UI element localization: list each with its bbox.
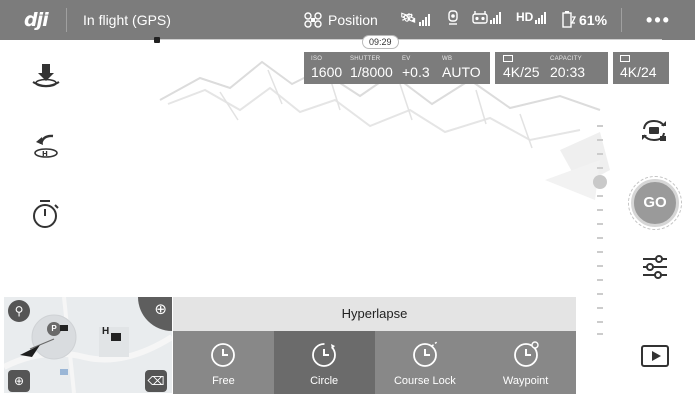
go-button[interactable]: GO [631, 179, 679, 227]
flight-mode-label: Position [328, 12, 378, 28]
shutter-value: 1/8000 [350, 64, 393, 80]
aircraft-marker: P [47, 322, 61, 336]
dji-logo[interactable]: dji [24, 9, 49, 31]
mode-free-label: Free [212, 375, 235, 387]
location-pin-icon: ⚲ [14, 304, 24, 318]
aircraft-status[interactable]: In flight (GPS) [83, 12, 171, 28]
battery-status[interactable]: 61% [562, 11, 607, 28]
hd-label: HD [516, 10, 534, 24]
iso-label: ISO [311, 56, 323, 62]
iso-value: 1600 [311, 64, 343, 80]
more-menu-button[interactable]: ••• [622, 3, 695, 37]
home-point-icon [111, 333, 121, 341]
flight-mode[interactable]: Position [304, 12, 378, 28]
locate-button[interactable]: ⚲ [8, 300, 30, 322]
vision-sensor-icon [448, 10, 458, 25]
mode-circle-button[interactable]: Circle [273, 331, 375, 394]
camera-settings-button[interactable] [641, 254, 669, 285]
mini-map[interactable]: ⚲ ⊕ ⊕ ⌫ P H [4, 297, 172, 393]
ev-label: EV [402, 56, 411, 62]
drone-icon [304, 12, 322, 28]
zoom-icon: ⊕ [13, 374, 25, 388]
storage-panel[interactable]: 4K/25 CAPACITY 20:33 [495, 52, 608, 84]
camera-switch-button[interactable] [639, 117, 669, 150]
return-home-icon: H [34, 134, 58, 158]
waypoint-icon [513, 341, 539, 367]
flight-progress-line [154, 37, 662, 43]
return-to-home-button[interactable]: H [30, 130, 62, 162]
signal-bars-icon [490, 12, 501, 24]
eraser-icon: ⌫ [147, 374, 165, 388]
mode-waypoint-label: Waypoint [502, 375, 549, 387]
home-point-marker: H [102, 326, 110, 337]
camera-exposure-panel[interactable]: ISO 1600 SHUTTER 1/8000 EV +0.3 WB AUTO [304, 52, 490, 84]
aircraft-position-icon [60, 325, 68, 331]
video-link-signal[interactable]: HD [516, 10, 547, 24]
signal-bars-icon [418, 14, 430, 26]
settings-sliders-icon [643, 255, 667, 279]
circle-orbit-icon [312, 343, 337, 367]
top-status-bar: dji In flight (GPS) Position 🛰 HD 61% ••… [0, 0, 695, 40]
hyperlapse-title: Hyperlapse [173, 297, 576, 331]
auto-land-button[interactable] [30, 60, 62, 92]
camera-switch-icon [642, 119, 666, 142]
battery-percentage: 61% [579, 11, 608, 28]
remote-controller-signal[interactable] [472, 10, 501, 24]
vision-positioning[interactable] [447, 10, 459, 26]
satellite-icon: 🛰 [400, 10, 417, 25]
remote-controller-icon [472, 11, 488, 24]
svg-text:H: H [42, 150, 48, 158]
sd-card-icon [503, 55, 513, 62]
resolution-value: 4K/25 [503, 64, 540, 80]
capacity-value: 20:33 [550, 64, 586, 80]
mode-course-lock-label: Course Lock [393, 375, 456, 387]
flight-time: 09:29 [362, 35, 399, 49]
mode-course-lock-button[interactable]: Course Lock [374, 331, 476, 394]
scale-knob[interactable] [593, 175, 607, 189]
ev-value: +0.3 [402, 64, 430, 80]
timer-icon [33, 200, 59, 228]
progress-marker [154, 37, 160, 43]
gps-signal[interactable]: 🛰 [400, 10, 430, 26]
capacity-label: CAPACITY [550, 56, 582, 62]
mode-waypoint-button[interactable]: Waypoint [475, 331, 576, 394]
playback-button[interactable] [641, 345, 669, 367]
wb-value: AUTO [442, 64, 481, 80]
shutter-scale[interactable] [593, 125, 607, 335]
hyperlapse-mode-selector: Free Circle Course Lock Waypoint [173, 331, 576, 394]
video-format-panel[interactable]: 4K/24 [613, 52, 669, 84]
course-lock-icon [412, 340, 439, 367]
signal-bars-icon [535, 12, 547, 24]
auto-land-icon [32, 64, 60, 88]
video-format-value: 4K/24 [620, 64, 657, 80]
zoom-button[interactable]: ⊕ [8, 370, 30, 392]
shutter-label: SHUTTER [350, 56, 381, 62]
crosshair-icon: ⊕ [154, 301, 167, 318]
mode-free-button[interactable]: Free [173, 331, 274, 394]
battery-icon [562, 11, 576, 28]
video-format-icon [620, 55, 630, 62]
clock-icon [211, 343, 236, 367]
mode-circle-label: Circle [310, 375, 339, 387]
timer-button[interactable] [30, 198, 62, 230]
clear-path-button[interactable]: ⌫ [145, 370, 167, 392]
wb-label: WB [442, 56, 453, 62]
divider [66, 8, 67, 32]
